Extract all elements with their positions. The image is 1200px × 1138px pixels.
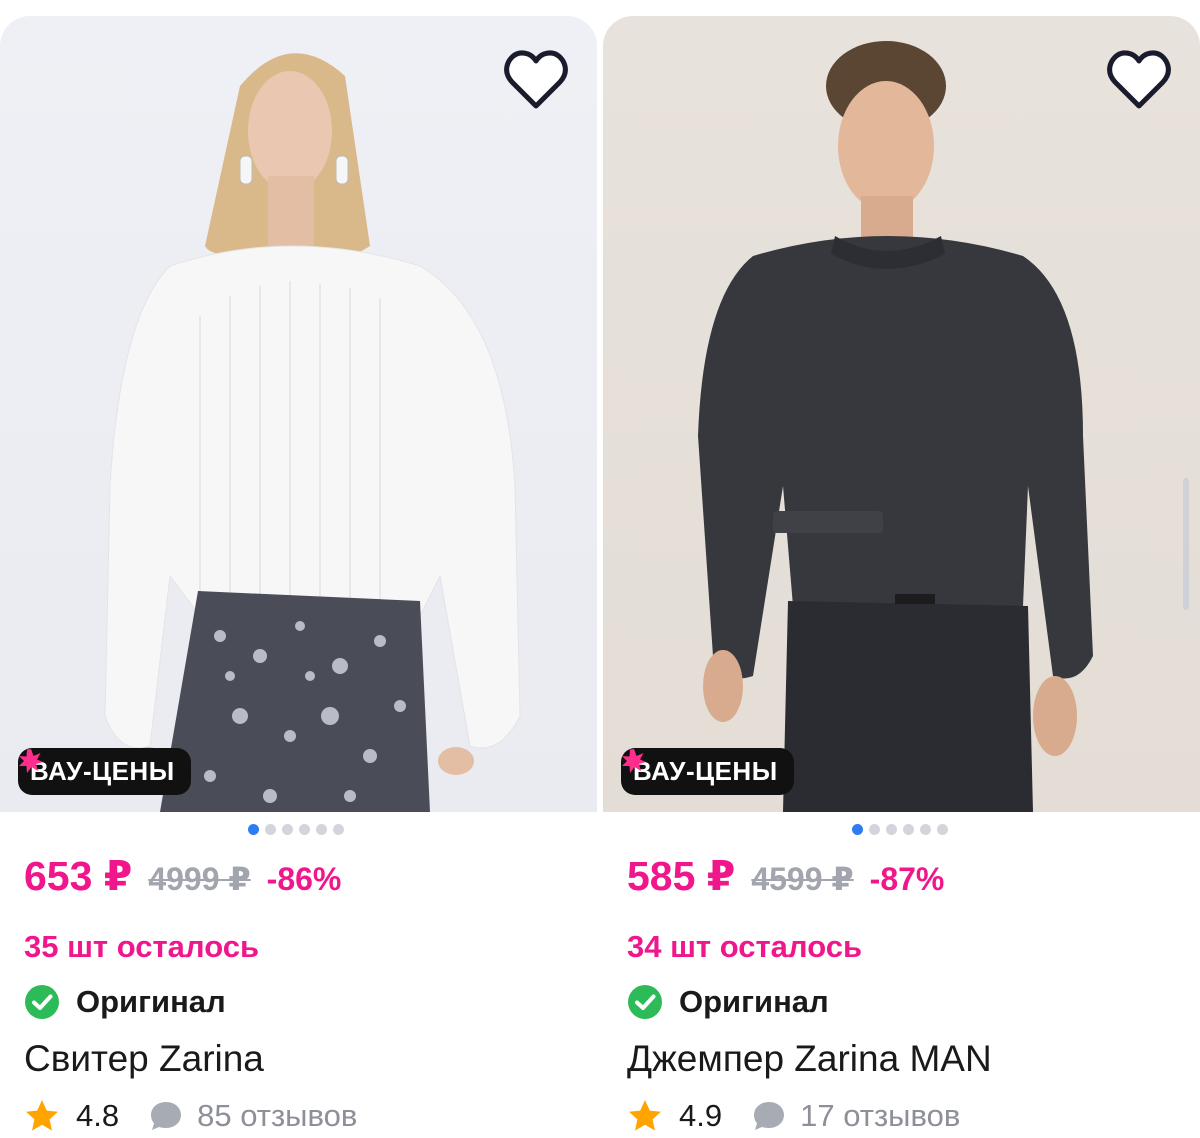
price-row: 585 ₽ 4599 ₽ -87%	[627, 852, 944, 904]
pagination-dot[interactable]	[920, 824, 931, 835]
burst-star-icon	[19, 749, 43, 773]
speech-bubble-icon	[754, 1102, 785, 1130]
original-label: Оригинал	[24, 982, 226, 1022]
promo-badge-label: ВАУ-ЦЕНЫ	[633, 756, 778, 786]
promo-badge-label: ВАУ-ЦЕНЫ	[30, 756, 175, 786]
stock-remaining: 34 шт осталось	[627, 929, 863, 964]
pagination-dot[interactable]	[265, 824, 276, 835]
promo-badge: ВАУ-ЦЕНЫ	[621, 748, 794, 795]
current-price: 653 ₽	[24, 853, 133, 899]
heart-outline-icon	[504, 50, 568, 109]
original-label: Оригинал	[627, 982, 829, 1022]
product-title[interactable]: Джемпер Zarina MAN	[627, 1038, 992, 1080]
product-grid: ВАУ-ЦЕНЫ 653 ₽ 4999 ₽ -86% 35 шт осталос…	[0, 0, 1200, 1138]
original-text: Оригинал	[679, 984, 829, 1019]
original-text: Оригинал	[76, 984, 226, 1019]
speech-bubble-icon	[151, 1102, 182, 1130]
old-price: 4599 ₽	[751, 861, 854, 897]
product-card[interactable]: ВАУ-ЦЕНЫ 585 ₽ 4599 ₽ -87% 34 шт осталос…	[603, 16, 1200, 1138]
rating-row[interactable]: 4.9 17 отзывов	[627, 1094, 960, 1138]
scrollbar[interactable]	[1183, 478, 1189, 610]
reviews-count: 85 отзывов	[197, 1098, 358, 1133]
rating-value: 4.8	[76, 1098, 120, 1133]
current-price: 585 ₽	[627, 853, 736, 899]
check-circle-icon	[25, 985, 59, 1019]
pagination-dot[interactable]	[937, 824, 948, 835]
pagination-dot[interactable]	[852, 824, 863, 835]
pagination-dot[interactable]	[282, 824, 293, 835]
rating-value: 4.9	[679, 1098, 723, 1133]
pagination-dot[interactable]	[333, 824, 344, 835]
star-icon	[26, 1100, 58, 1131]
reviews-count: 17 отзывов	[800, 1098, 961, 1133]
old-price: 4999 ₽	[148, 861, 251, 897]
image-pagination[interactable]	[248, 824, 344, 836]
product-photo-man-jumper	[698, 41, 1093, 812]
star-icon	[629, 1100, 661, 1131]
product-image[interactable]: ВАУ-ЦЕНЫ	[0, 16, 597, 812]
discount-percent: -87%	[869, 861, 945, 897]
heart-outline-icon	[1107, 50, 1171, 109]
price-row: 653 ₽ 4999 ₽ -86%	[24, 852, 341, 904]
pagination-dot[interactable]	[886, 824, 897, 835]
image-pagination[interactable]	[852, 824, 948, 836]
product-card[interactable]: ВАУ-ЦЕНЫ 653 ₽ 4999 ₽ -86% 35 шт осталос…	[0, 16, 597, 1138]
discount-percent: -86%	[266, 861, 342, 897]
stock-remaining: 35 шт осталось	[24, 929, 260, 964]
favorite-button[interactable]	[500, 44, 572, 116]
pagination-dot[interactable]	[869, 824, 880, 835]
check-circle-icon	[628, 985, 662, 1019]
pagination-dot[interactable]	[299, 824, 310, 835]
rating-row[interactable]: 4.8 85 отзывов	[24, 1094, 357, 1138]
burst-star-icon	[622, 749, 646, 773]
product-photo-woman-sweater	[104, 53, 521, 812]
product-title[interactable]: Свитер Zarina	[24, 1038, 264, 1080]
favorite-button[interactable]	[1103, 44, 1175, 116]
product-image[interactable]: ВАУ-ЦЕНЫ	[603, 16, 1200, 812]
pagination-dot[interactable]	[248, 824, 259, 835]
promo-badge: ВАУ-ЦЕНЫ	[18, 748, 191, 795]
pagination-dot[interactable]	[903, 824, 914, 835]
pagination-dot[interactable]	[316, 824, 327, 835]
